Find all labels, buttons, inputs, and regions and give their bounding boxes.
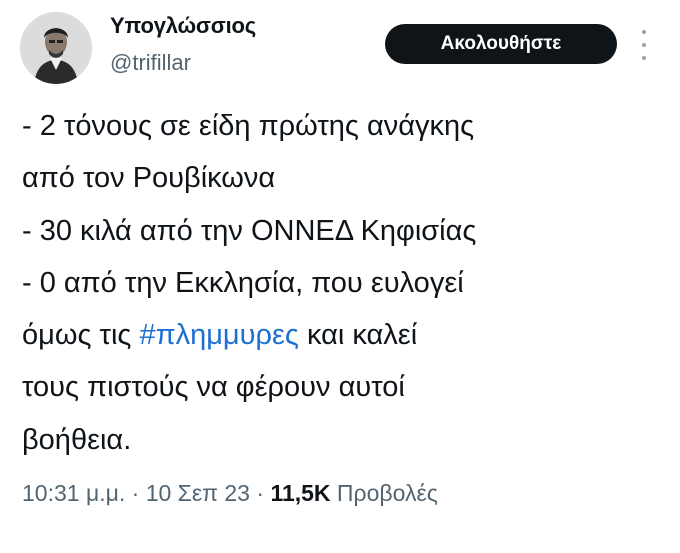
tweet-line: όμως τις #πλημμυρες και καλεί <box>22 309 662 361</box>
tweet-line: τους πιστούς να φέρουν αυτοί <box>22 371 405 404</box>
follow-button[interactable]: Ακολουθήστε <box>385 24 617 64</box>
tweet-line: βοήθεια. <box>22 423 132 456</box>
tweet-meta: 10:31 μ.μ. · 10 Σεπ 23 · 11,5K Προβολές <box>22 480 662 507</box>
tweet-time[interactable]: 10:31 μ.μ. <box>22 480 125 506</box>
username-handle[interactable]: @trifillar <box>110 50 191 76</box>
tweet-text-fragment: όμως τις <box>22 319 140 352</box>
tweet-line: - 2 τόνους σε είδη πρώτης ανάγκης <box>22 110 475 142</box>
tweet-text: - 2 τόνους σε είδη πρώτης ανάγκης από το… <box>22 100 662 466</box>
more-dot <box>642 30 646 34</box>
tweet-header: Υπογλώσσιος @trifillar Ακολουθήστε <box>0 0 680 100</box>
tweet-date[interactable]: 10 Σεπ 23 <box>146 480 250 506</box>
avatar-portrait-image <box>20 12 92 84</box>
more-options-icon[interactable] <box>637 30 651 60</box>
display-name[interactable]: Υπογλώσσιος <box>110 13 256 39</box>
meta-separator: · <box>125 480 146 506</box>
hashtag-link[interactable]: #πλημμυρες <box>139 319 298 351</box>
views-count: 11,5K <box>270 480 331 506</box>
avatar[interactable] <box>20 12 92 84</box>
tweet-line: από τον Ρουβίκωνα <box>22 162 276 195</box>
tweet-text-fragment: και καλεί <box>298 319 418 352</box>
meta-separator: · <box>249 480 271 506</box>
tweet-line: - 0 από την Εκκλησία, που ευλογεί <box>22 266 464 299</box>
more-dot <box>642 43 646 47</box>
more-dot <box>642 56 646 60</box>
tweet-line: - 30 κιλά από την ΟΝΝΕΔ Κηφισίας <box>22 214 477 247</box>
views-label: Προβολές <box>330 480 438 506</box>
